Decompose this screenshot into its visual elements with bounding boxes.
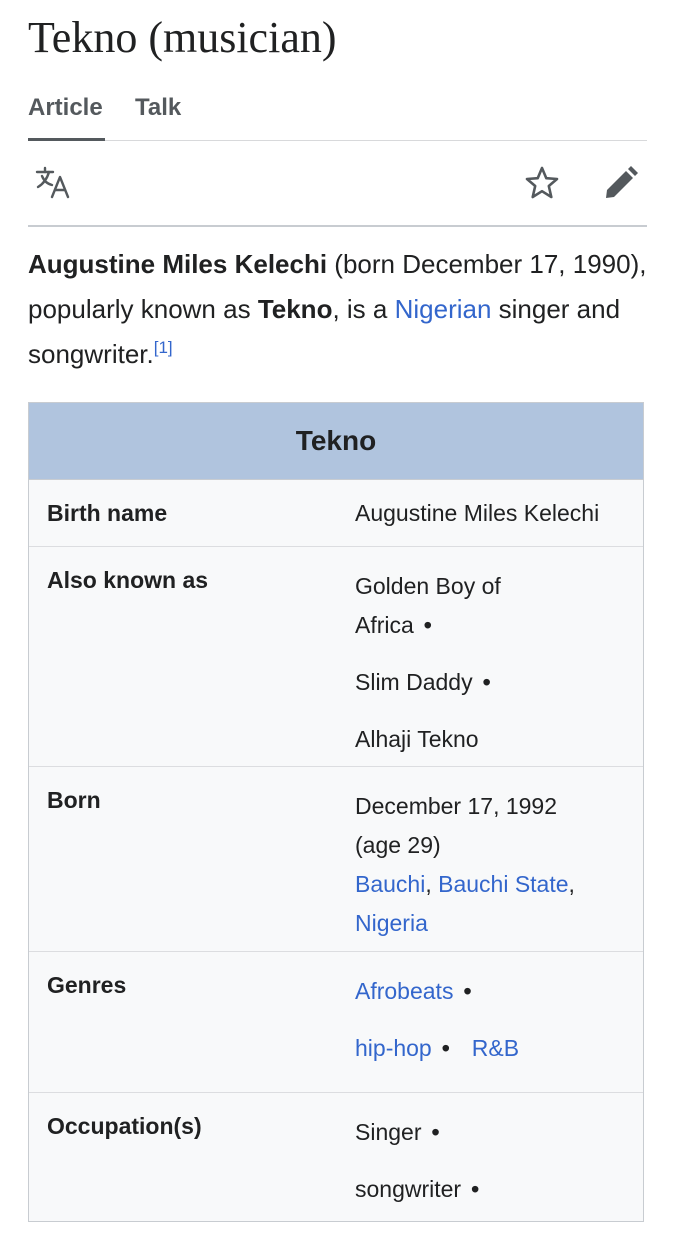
lead-paragraph: Augustine Miles Kelechi (born December 1…: [28, 242, 648, 377]
page-title: Tekno (musician): [28, 13, 337, 62]
page-actions-toolbar: [28, 141, 647, 227]
occupation-text: songwriter: [355, 1176, 462, 1202]
infobox-row-also-known-as: Also known as Golden Boy of Africa • Slim…: [29, 547, 643, 767]
infobox-value: Golden Boy of Africa • Slim Daddy • Alhaji…: [355, 567, 635, 759]
bauchi-state-link[interactable]: Bauchi State: [438, 871, 568, 897]
edit-pencil-icon[interactable]: [601, 163, 641, 203]
infobox-value: December 17, 1992 (age 29) Bauchi, Bauch…: [355, 787, 635, 943]
page-tabs: Article Talk: [28, 92, 647, 141]
infobox-title: Tekno: [29, 403, 643, 480]
tab-talk[interactable]: Talk: [135, 94, 181, 122]
list-separator: •: [463, 978, 472, 1004]
alias-text: Slim Daddy: [355, 669, 473, 695]
translate-icon[interactable]: [34, 163, 74, 203]
infobox-label: Born: [47, 787, 101, 813]
comma: ,: [425, 871, 432, 897]
infobox-label: Occupation(s): [47, 1113, 202, 1139]
afrobeats-link[interactable]: Afrobeats: [355, 978, 453, 1004]
nigeria-link[interactable]: Nigeria: [355, 910, 428, 936]
list-separator: •: [423, 612, 432, 638]
subject-alias: Tekno: [257, 294, 333, 324]
star-icon[interactable]: [522, 163, 562, 203]
birth-date: December 17, 1992: [355, 793, 558, 819]
lead-text: , is a: [332, 294, 395, 324]
infobox-value: Augustine Miles Kelechi: [355, 494, 635, 533]
infobox-label: Also known as: [47, 567, 209, 593]
infobox-row-born: Born December 17, 1992 (age 29) Bauchi, …: [29, 767, 643, 952]
birth-name-value: Augustine Miles Kelechi: [355, 500, 600, 526]
occupation-text: Singer: [355, 1119, 422, 1145]
age: (age 29): [355, 832, 441, 858]
hip-hop-link[interactable]: hip-hop: [355, 1035, 432, 1061]
reference-1-link[interactable]: [1]: [154, 338, 173, 357]
bauchi-link[interactable]: Bauchi: [355, 871, 425, 897]
alias-text: Alhaji Tekno: [355, 726, 479, 752]
comma: ,: [568, 871, 575, 897]
infobox-value: Singer • songwriter •: [355, 1113, 635, 1209]
subject-name: Augustine Miles Kelechi: [28, 249, 328, 279]
tab-article[interactable]: Article: [28, 94, 105, 141]
infobox-label: Genres: [47, 972, 127, 998]
list-separator: •: [482, 669, 491, 695]
infobox-row-occupation: Occupation(s) Singer • songwriter •: [29, 1093, 643, 1233]
infobox-row-genres: Genres Afrobeats • hip-hop • R&B: [29, 952, 643, 1093]
list-separator: •: [431, 1119, 440, 1145]
infobox-row-birth-name: Birth name Augustine Miles Kelechi: [29, 480, 643, 547]
alias-text: Africa: [355, 612, 414, 638]
infobox: Tekno Birth name Augustine Miles Kelechi…: [28, 402, 644, 1222]
infobox-value: Afrobeats • hip-hop • R&B: [355, 972, 635, 1068]
infobox-label: Birth name: [47, 500, 168, 526]
list-separator: •: [441, 1035, 450, 1061]
nigerian-link[interactable]: Nigerian: [395, 294, 492, 324]
rnb-link[interactable]: R&B: [472, 1035, 519, 1061]
list-separator: •: [471, 1176, 480, 1202]
alias-text: Golden Boy of: [355, 573, 501, 599]
